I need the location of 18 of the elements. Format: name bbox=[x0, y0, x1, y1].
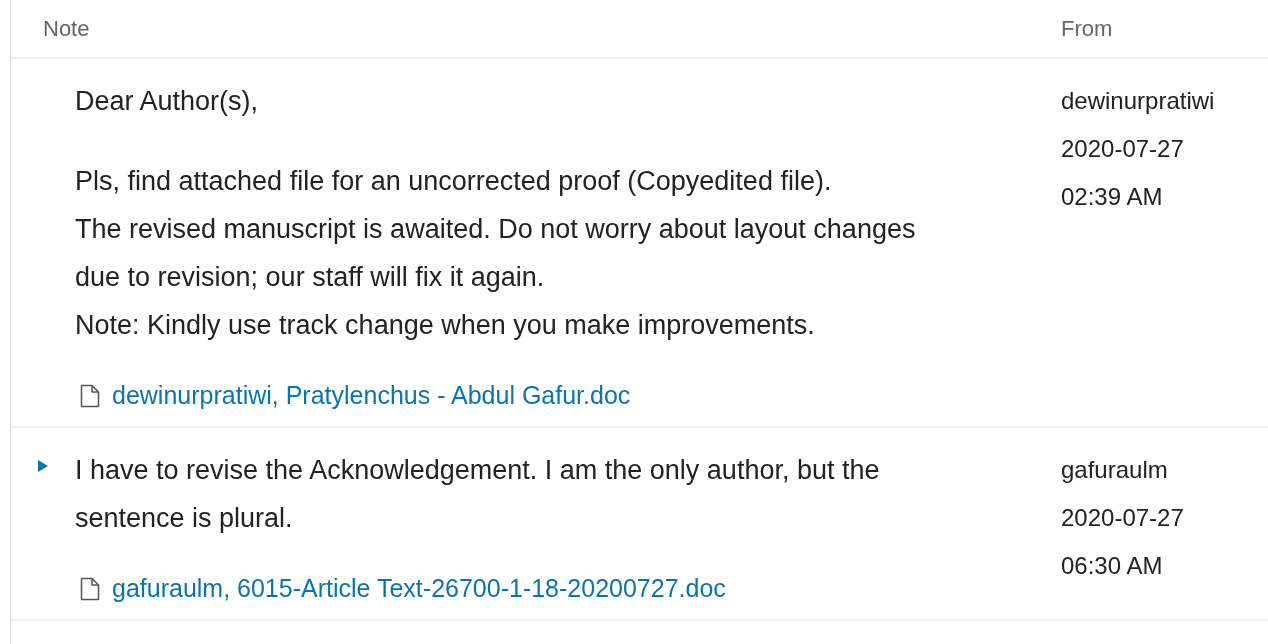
attachment-link[interactable]: dewinurpratiwi, Pratylenchus - Abdul Gafur.doc bbox=[112, 381, 631, 410]
from-text: gafuraulm bbox=[1061, 455, 1169, 485]
note-text: Note: Kindly use track change when you make improvements. bbox=[75, 309, 816, 342]
note-text: I have to revise the Acknowledgement. I am the only author, but the sentence is plural. bbox=[75, 454, 881, 535]
from-text: 2020-07-27 bbox=[1061, 503, 1184, 533]
file-icon bbox=[80, 383, 100, 408]
column-header: From bbox=[1061, 15, 1113, 42]
attachment-link[interactable]: gafuraulm, 6015-Article Text-26700-1-18-20200727.doc bbox=[112, 574, 726, 603]
from-text: 02:39 AM bbox=[1061, 182, 1164, 212]
from-text: 06:30 AM bbox=[1061, 551, 1164, 581]
from-text: 2020-07-27 bbox=[1061, 134, 1185, 164]
from-text: dewinurpratiwi bbox=[1061, 86, 1215, 116]
column-header: Note bbox=[42, 15, 91, 42]
note-text: Dear Author(s), bbox=[75, 85, 260, 118]
note-text: The revised manuscript is awaited. Do not worry about layout changes due to revision; our staff will fix it again. bbox=[75, 213, 917, 294]
note-text: Pls, find attached file for an uncorrected proof (Copyedited file). bbox=[75, 165, 833, 198]
file-icon bbox=[80, 576, 100, 601]
expand-icon[interactable] bbox=[38, 460, 48, 472]
